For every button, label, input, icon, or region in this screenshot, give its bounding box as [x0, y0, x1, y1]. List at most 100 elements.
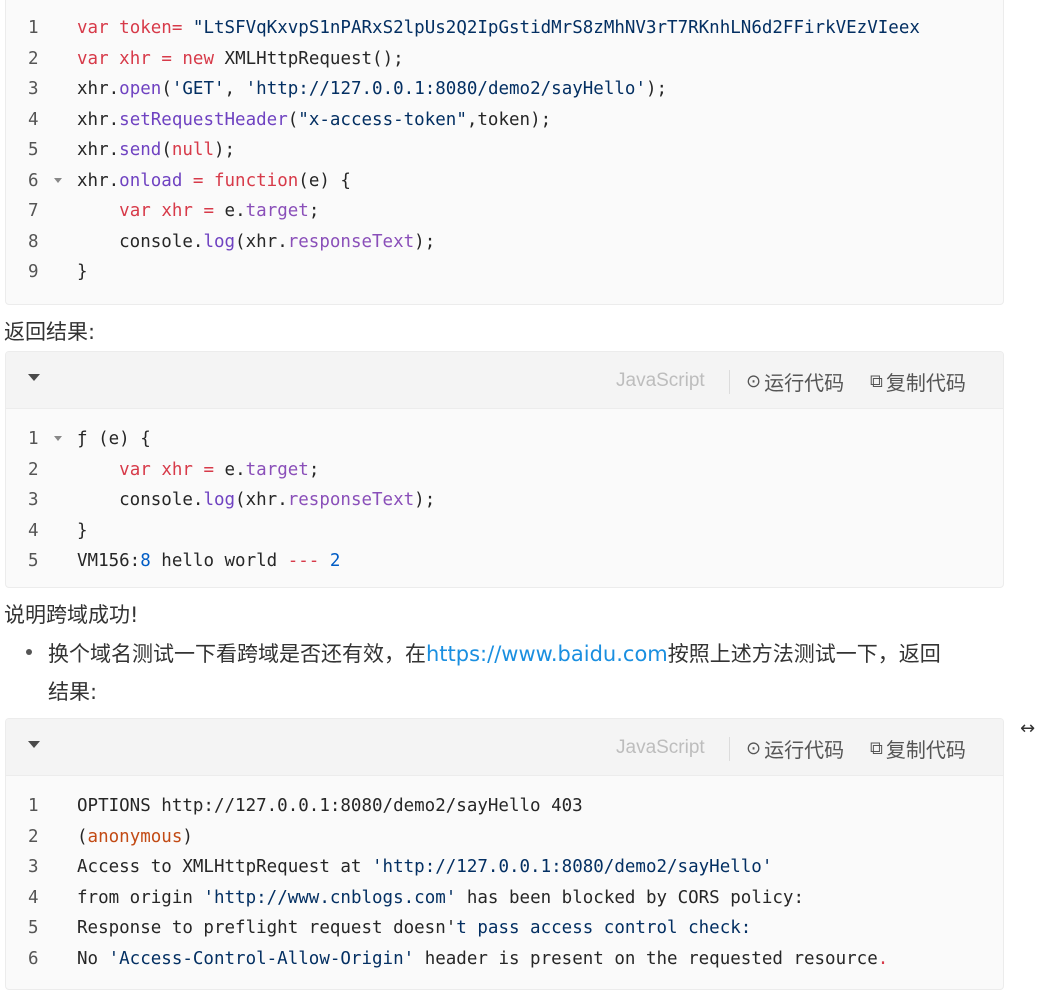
code-token: ,token); [466, 109, 552, 130]
code-token: xhr. [77, 79, 120, 99]
code-text: from origin 'http://www.cnblogs.com' has… [77, 883, 804, 913]
code-token: 'http://127.0.0.1:8080/demo2/sayHello' [245, 79, 646, 99]
code-line: 7 var xhr = e.target; [6, 196, 1003, 226]
code-line: 4} [6, 516, 1003, 546]
code-token: target [245, 201, 309, 221]
code-token: ( [161, 79, 172, 99]
copy-code-button[interactable]: ⧉ 复制代码 [870, 367, 966, 396]
code-token: (xhr. [235, 490, 288, 510]
code-line: 5 Response to preflight request doesn't p… [6, 913, 1003, 943]
code-text: (anonymous) [77, 822, 193, 852]
success-text: 说明跨域成功! [4, 603, 139, 627]
code-token: No [77, 948, 109, 969]
code-token: = [203, 201, 225, 221]
code-token: xhr [161, 201, 204, 221]
code-token: = [203, 459, 225, 480]
code-token: ; [308, 201, 320, 221]
code-token: xhr. [77, 140, 120, 160]
code-token: } [77, 520, 88, 541]
toolbar-divider [729, 370, 730, 394]
code-token: ); [414, 490, 436, 510]
code-token: , [224, 79, 246, 99]
fold-arrow-icon[interactable] [54, 436, 62, 441]
code-text: xhr.send(null); [77, 135, 235, 165]
code-token: } [77, 262, 88, 282]
code-token: var [77, 18, 120, 38]
code-text: Access to XMLHttpRequest at 'http://127.… [77, 852, 772, 882]
baidu-link[interactable]: https://www.baidu.com [426, 642, 668, 666]
code-token: setRequestHeader [119, 109, 288, 130]
code-line: 3 Access to XMLHttpRequest at 'http://127… [6, 852, 1003, 882]
code-block-error: JavaScript ⊙ 运行代码 ⧉ 复制代码 1 OPTIONS http:/… [5, 718, 1004, 990]
line-number: 3 [28, 490, 39, 510]
code-text: } [77, 257, 88, 287]
code-text: ƒ (e) { [77, 424, 151, 454]
code-token: console. [77, 490, 204, 510]
code-token: e. [224, 201, 246, 221]
code-token: = [171, 18, 193, 38]
code-text: } [77, 516, 88, 546]
code-token: = [182, 170, 214, 191]
code-line: 3 xhr.open('GET', 'http://127.0.0.1:8080/… [6, 74, 1003, 104]
code-token: ( [77, 826, 88, 847]
language-label: JavaScript [616, 737, 705, 758]
code-line: 4 xhr.setRequestHeader("x-access-token",t… [6, 105, 1003, 135]
code-text: OPTIONS http://127.0.0.1:8080/demo2/sayH… [77, 791, 583, 821]
bullet-text-prefix: 换个域名测试一下看跨域是否还有效，在 [48, 642, 426, 666]
code-token: header is present on the requested resou… [414, 948, 878, 969]
code-token: 'http://www.cnblogs.com' [203, 887, 457, 908]
collapse-toggle-icon[interactable] [28, 741, 40, 748]
fold-arrow-icon[interactable] [54, 177, 62, 183]
code-token: xhr [119, 48, 162, 69]
line-number: 6 [28, 948, 39, 969]
code-token: has been blocked by CORS policy: [456, 887, 804, 908]
code-token: ) [182, 826, 193, 847]
code-token: onload [119, 170, 183, 191]
run-code-button[interactable]: ⊙ 运行代码 [746, 367, 844, 396]
code-text: var xhr = e.target; [77, 455, 319, 485]
play-circle-icon: ⊙ [746, 371, 762, 392]
line-number: 1 [28, 18, 39, 38]
code-token: ; [308, 459, 320, 480]
code-line: 8 console.log(xhr.responseText); [6, 227, 1003, 257]
line-number: 1 [28, 796, 39, 816]
bullet-text-suffix: 按照上述方法测试一下，返回 [667, 642, 941, 666]
code-token: log [203, 490, 236, 510]
code-token: OPTIONS http://127.0.0.1:8080/demo2/sayH… [77, 796, 583, 816]
code-token: 2 [329, 551, 341, 571]
code-line: 2 (anonymous) [6, 822, 1003, 852]
toolbar-divider [729, 737, 730, 761]
collapse-toggle-icon[interactable] [28, 374, 40, 381]
code-text: var xhr = e.target; [77, 196, 319, 226]
code-token: ( [287, 109, 299, 130]
code-line: 1 OPTIONS http://127.0.0.1:8080/demo2/say… [6, 791, 1003, 821]
code-token: from origin [77, 887, 204, 908]
copy-code-button[interactable]: ⧉ 复制代码 [870, 734, 966, 763]
copy-icon: ⧉ [870, 371, 883, 392]
line-number: 5 [28, 140, 39, 160]
line-number: 3 [28, 79, 39, 99]
play-circle-icon: ⊙ [746, 738, 762, 759]
run-code-button[interactable]: ⊙ 运行代码 [746, 734, 844, 763]
code-token: xhr. [77, 109, 120, 130]
expand-horizontal-icon[interactable]: ↔ [1020, 718, 1035, 739]
code-token: new [182, 48, 225, 69]
code-text: No 'Access-Control-Allow-Origin' header … [77, 944, 888, 974]
run-code-label: 运行代码 [764, 738, 845, 762]
code-line: 2 var xhr = e.target; [6, 455, 1003, 485]
code-line: 1 var token= "LtSFVqKxvpS1nPARxS2lpUs2Q2I… [6, 13, 1003, 43]
code-token: var [77, 48, 120, 69]
bullet-dot [26, 649, 32, 655]
code-line: 5 xhr.send(null); [6, 135, 1003, 165]
code-token: xhr [161, 459, 204, 480]
code-text: VM156:8 hello world --- 2 [77, 546, 340, 576]
copy-icon: ⧉ [870, 738, 883, 759]
code-token: function [213, 170, 299, 191]
code-token: hello world [150, 551, 288, 571]
code-token: "x-access-token" [298, 109, 467, 130]
line-number: 3 [28, 857, 39, 877]
code-text: xhr.setRequestHeader("x-access-token",to… [77, 105, 551, 135]
code-token: ); [214, 140, 236, 160]
code-token: --- [287, 551, 320, 571]
